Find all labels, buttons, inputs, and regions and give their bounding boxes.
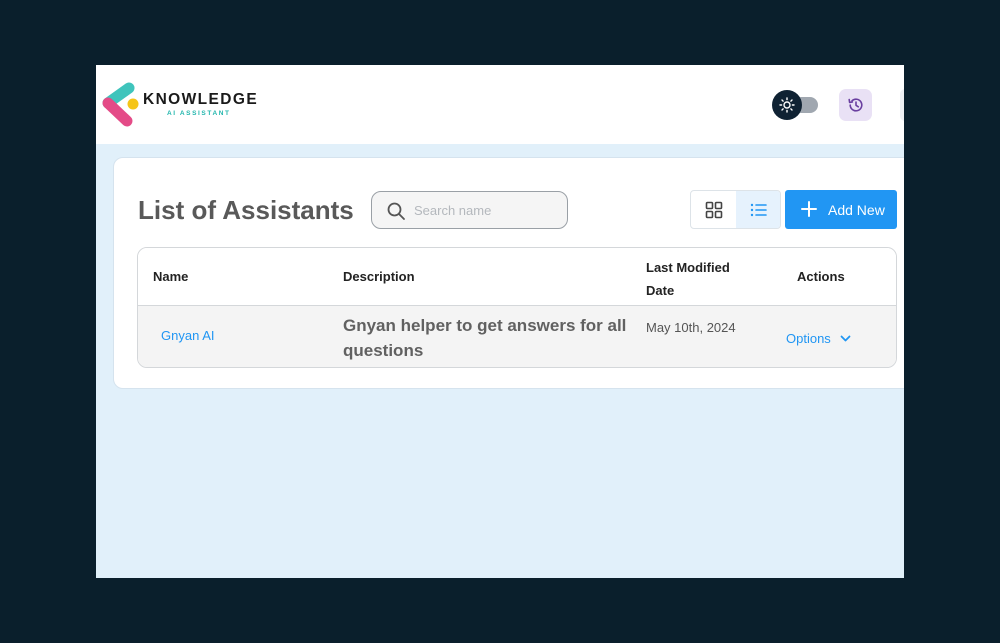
sun-icon [779,97,795,113]
page-title: List of Assistants [138,195,354,225]
chevron-down-icon [840,335,851,341]
theme-toggle[interactable] [772,90,818,120]
table-row: Gnyan AI Gnyan helper to get answers for… [138,306,896,367]
column-header-description[interactable]: Description [343,269,415,284]
profile-button[interactable] [900,89,904,121]
search-input[interactable] [414,192,562,228]
column-header-last-modified[interactable]: Last Modified Date [646,256,746,302]
column-header-actions: Actions [797,269,845,284]
logo-mark-icon [102,82,139,127]
search-icon [387,202,405,220]
assistant-last-modified: May 10th, 2024 [646,320,736,335]
assistant-name-link[interactable]: Gnyan AI [161,328,214,343]
plus-icon [801,201,817,217]
assistants-table: Name Description Last Modified Date Acti… [137,247,897,368]
options-label: Options [786,330,831,346]
column-header-name[interactable]: Name [153,269,188,284]
add-new-button[interactable]: Add New [785,190,897,229]
assistant-description: Gnyan helper to get answers for all ques… [343,316,627,360]
brand-tagline: AI ASSISTANT [167,110,231,117]
top-bar: KNOWLEDGE AI ASSISTANT [96,65,904,144]
assistants-card: List of Assistants Search name Add New N… [113,157,904,389]
view-mode-switch [690,190,781,229]
list-view-button[interactable] [736,191,780,228]
history-icon [847,98,863,112]
logo[interactable]: KNOWLEDGE AI ASSISTANT [98,81,258,129]
toggle-knob [772,90,802,120]
app-window: KNOWLEDGE AI ASSISTANT List of Assistant… [96,65,904,578]
search-box[interactable] [371,191,568,229]
grid-icon [705,201,722,218]
grid-view-button[interactable] [691,191,736,228]
brand-name: KNOWLEDGE [143,91,259,108]
list-icon [750,203,767,216]
options-dropdown[interactable]: Options [786,328,851,348]
table-header: Name Description Last Modified Date Acti… [138,248,896,306]
history-button[interactable] [839,89,872,121]
add-new-label: Add New [828,202,885,218]
